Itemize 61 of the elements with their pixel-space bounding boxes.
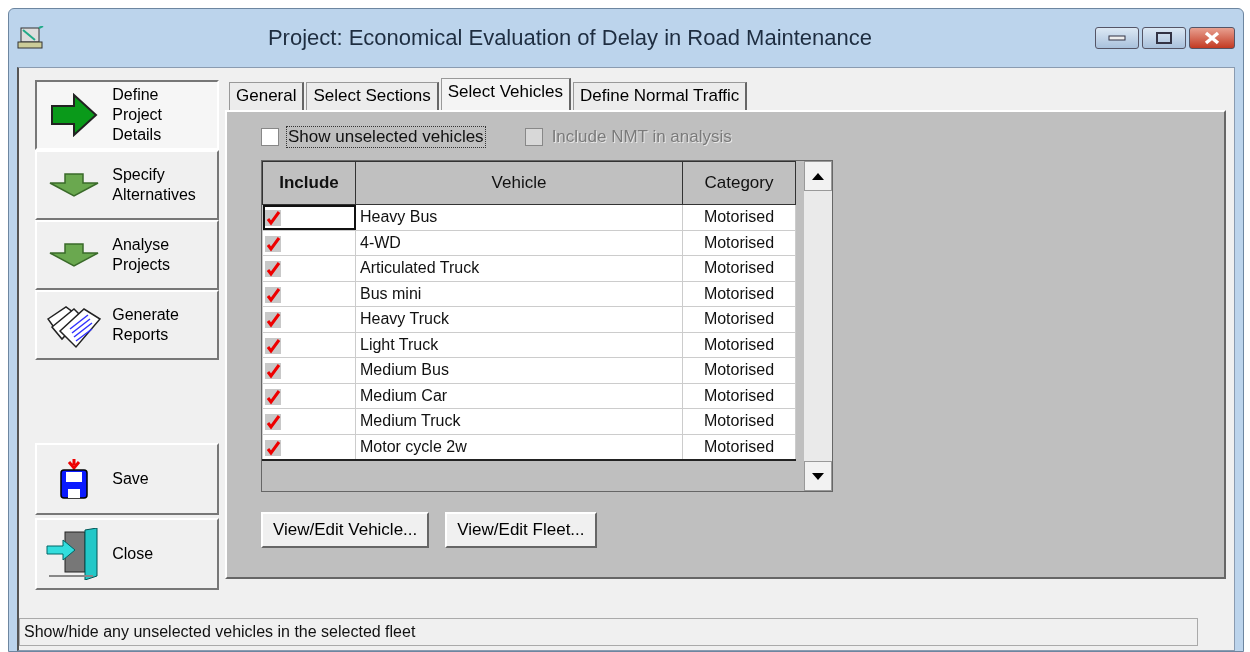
nav-button[interactable]: Generate Reports (35, 290, 219, 360)
view-edit-button[interactable]: View/Edit Vehicle... (261, 512, 430, 548)
table-cell: Motorised (682, 357, 796, 383)
maximize-icon (1156, 32, 1172, 44)
column-header: Vehicle (355, 161, 683, 205)
table-cell: 4-WD (355, 230, 683, 256)
arrow-down-icon (48, 173, 99, 197)
nav-button[interactable]: Specify Alternatives (35, 150, 219, 220)
table-cell: Light Truck (355, 332, 683, 358)
include-checkbox[interactable] (265, 388, 281, 405)
table-cell: Bus mini (355, 281, 683, 307)
save-icon (58, 459, 89, 499)
table-cell: Medium Car (355, 383, 683, 409)
include-checkbox[interactable] (265, 235, 281, 252)
table-cell: Motorised (682, 204, 796, 230)
table-cell: Motorised (682, 408, 796, 434)
tab[interactable]: General (229, 82, 305, 110)
table-cell: Motorised (682, 332, 796, 358)
table-cell: Motorised (682, 255, 796, 281)
include-checkbox[interactable] (265, 210, 281, 226)
include-checkbox[interactable] (265, 414, 281, 430)
close-window-button[interactable]: Close (35, 518, 219, 590)
include-checkbox[interactable] (265, 261, 281, 277)
arrow-down-icon (48, 243, 99, 267)
table-cell: Motor cycle 2w (355, 434, 683, 460)
include-checkbox[interactable] (265, 337, 281, 354)
table-cell: Motorised (682, 281, 796, 307)
include-checkbox[interactable] (265, 363, 281, 379)
include-checkbox[interactable] (265, 312, 281, 328)
close-button[interactable] (1189, 27, 1235, 49)
status-bar: Show/hide any unselected vehicles in the selected fleet (19, 618, 1198, 646)
table-cell: Heavy Bus (355, 204, 683, 230)
view-edit-button[interactable]: View/Edit Fleet... (445, 512, 597, 548)
window-title: Project: Economical Evaluation of Delay in Road Maintenance (266, 25, 874, 51)
scroll-up-icon[interactable] (804, 161, 832, 191)
arrow-right-icon (49, 93, 98, 137)
table-cell: Motorised (682, 306, 796, 332)
table-cell: Motorised (682, 230, 796, 256)
save-button[interactable]: Save (35, 443, 219, 515)
table-cell: Motorised (682, 383, 796, 409)
table-cell: Articulated Truck (355, 255, 683, 281)
tab[interactable]: Select Sections (306, 82, 439, 110)
maximize-button[interactable] (1142, 27, 1186, 49)
close-icon (1203, 31, 1221, 45)
column-header: Category (682, 161, 796, 205)
table-cell: Medium Truck (355, 408, 683, 434)
checkbox-option[interactable]: Show unselected vehicles (261, 127, 485, 147)
include-checkbox[interactable] (265, 286, 281, 303)
tab[interactable]: Define Normal Traffic (572, 82, 748, 110)
nav-button[interactable]: Define Project Details (35, 80, 219, 150)
table-cell: Heavy Truck (355, 306, 683, 332)
scroll-down-icon[interactable] (804, 461, 832, 491)
tab[interactable]: Select Vehicles (440, 78, 571, 110)
table-cell: Medium Bus (355, 357, 683, 383)
column-header: Include (262, 161, 356, 205)
minimize-icon (1108, 35, 1126, 41)
minimize-button[interactable] (1095, 27, 1139, 49)
app-icon (17, 26, 45, 50)
include-checkbox[interactable] (265, 439, 281, 456)
nav-button[interactable]: Analyse Projects (35, 220, 219, 290)
table-cell: Motorised (682, 434, 796, 460)
